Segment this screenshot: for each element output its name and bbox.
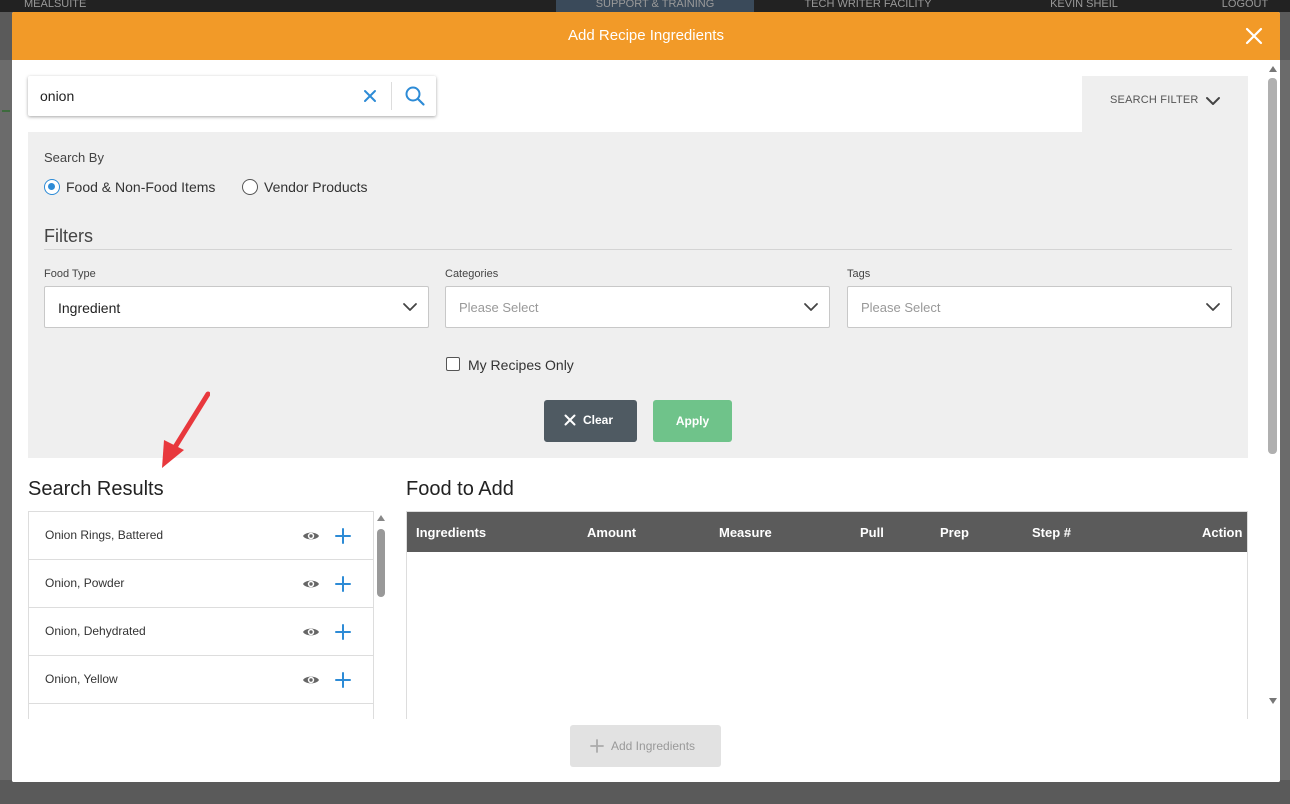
apply-button[interactable]: Apply [653, 400, 732, 442]
food-type-select[interactable]: Ingredient [44, 286, 429, 328]
eye-icon[interactable] [302, 575, 320, 593]
modal-title: Add Recipe Ingredients [568, 27, 724, 44]
search-by-label: Search By [44, 150, 104, 165]
scroll-thumb[interactable] [1268, 78, 1277, 454]
radio-label: Vendor Products [264, 179, 368, 195]
clear-icon [364, 90, 376, 102]
scroll-up-arrow[interactable] [377, 515, 385, 521]
plus-icon[interactable] [334, 671, 352, 689]
plus-icon[interactable] [334, 527, 352, 545]
search-results-title: Search Results [28, 478, 164, 500]
search-filter-toggle[interactable]: SEARCH FILTER [1082, 76, 1248, 132]
result-name: Onion, Powder [45, 576, 125, 590]
filters-heading: Filters [44, 226, 93, 246]
checkbox-box [446, 357, 460, 371]
food-to-add-title: Food to Add [406, 478, 514, 500]
radio-indicator [242, 179, 258, 195]
background-right-strip [1280, 60, 1290, 780]
close-icon [564, 414, 576, 426]
search-box [28, 76, 436, 116]
plus-icon [590, 739, 604, 753]
radio-label: Food & Non-Food Items [66, 179, 216, 195]
background-nav-user: KEVIN SHEIL [1050, 0, 1118, 10]
close-button[interactable] [1242, 24, 1266, 48]
food-type-label: Food Type [44, 268, 96, 280]
results-scrollbar[interactable] [374, 511, 388, 719]
food-type-value: Ingredient [58, 300, 121, 316]
clear-button-label: Clear [583, 413, 614, 427]
my-recipes-only-label: My Recipes Only [468, 357, 574, 373]
eye-icon[interactable] [302, 623, 320, 641]
close-icon [1245, 27, 1263, 45]
filters-divider [44, 249, 1232, 250]
search-filter-label: SEARCH FILTER [1110, 94, 1199, 106]
column-measure: Measure [719, 525, 772, 540]
search-clear-button[interactable] [360, 86, 380, 106]
chevron-down-icon [804, 303, 818, 311]
categories-placeholder: Please Select [459, 300, 539, 315]
chevron-down-icon [1206, 303, 1220, 311]
search-results-list: Onion Rings, Battered Onion, Powder Onio… [28, 511, 374, 719]
background-nav-logout: LOGOUT [1221, 0, 1269, 10]
add-ingredients-label: Add Ingredients [611, 739, 696, 753]
column-prep: Prep [940, 525, 969, 540]
result-name: Onion, Dehydrated [45, 624, 146, 638]
result-row: Onion, Powder [29, 560, 373, 608]
food-to-add-table: Ingredients Amount Measure Pull Prep Ste… [406, 511, 1248, 719]
result-name: Onion Rings, Battered [45, 528, 164, 542]
column-step: Step # [1032, 525, 1072, 540]
background-logo: MEALSUITE [24, 0, 87, 10]
modal-header: Add Recipe Ingredients [12, 12, 1280, 60]
food-table-header: Ingredients Amount Measure Pull Prep Ste… [407, 512, 1247, 552]
column-ingredients: Ingredients [416, 525, 487, 540]
filter-panel: Search By Food & Non-Food Items Vendor P… [28, 132, 1248, 458]
column-pull: Pull [860, 525, 884, 540]
chevron-down-icon [403, 303, 417, 311]
add-ingredients-button[interactable]: Add Ingredients [570, 725, 721, 767]
scroll-up-arrow[interactable] [1269, 66, 1277, 72]
tags-select[interactable]: Please Select [847, 286, 1232, 328]
scroll-thumb[interactable] [377, 529, 385, 597]
modal-scrollbar[interactable] [1266, 60, 1280, 710]
result-row: Onion Rings, Battered [29, 512, 373, 560]
search-button[interactable] [404, 85, 426, 107]
background-topbar: MEALSUITE SUPPORT & TRAINING TECH WRITER… [0, 0, 1290, 12]
annotation-arrow-icon [162, 391, 210, 468]
search-icon [405, 86, 425, 106]
radio-selected-indicator [44, 179, 60, 195]
plus-icon[interactable] [334, 623, 352, 641]
categories-label: Categories [445, 268, 499, 280]
background-left-strip [0, 60, 12, 780]
eye-icon[interactable] [302, 527, 320, 545]
eye-icon[interactable] [302, 671, 320, 689]
scroll-down-arrow[interactable] [1269, 698, 1277, 704]
result-row: Onion, Dehydrated [29, 608, 373, 656]
column-action: Action [1202, 525, 1243, 540]
tags-label: Tags [847, 268, 871, 280]
chevron-down-icon [1206, 97, 1220, 105]
background-nav-facility: TECH WRITER FACILITY [804, 0, 932, 10]
search-divider [391, 82, 392, 110]
plus-icon[interactable] [334, 575, 352, 593]
search-input[interactable] [28, 76, 348, 116]
clear-button[interactable]: Clear [544, 400, 637, 442]
column-amount: Amount [587, 525, 637, 540]
result-row: Onion, Yellow [29, 656, 373, 704]
background-nav-support: SUPPORT & TRAINING [556, 0, 754, 12]
categories-select[interactable]: Please Select [445, 286, 830, 328]
result-name: Onion, Yellow [45, 672, 118, 686]
tags-placeholder: Please Select [861, 300, 941, 315]
